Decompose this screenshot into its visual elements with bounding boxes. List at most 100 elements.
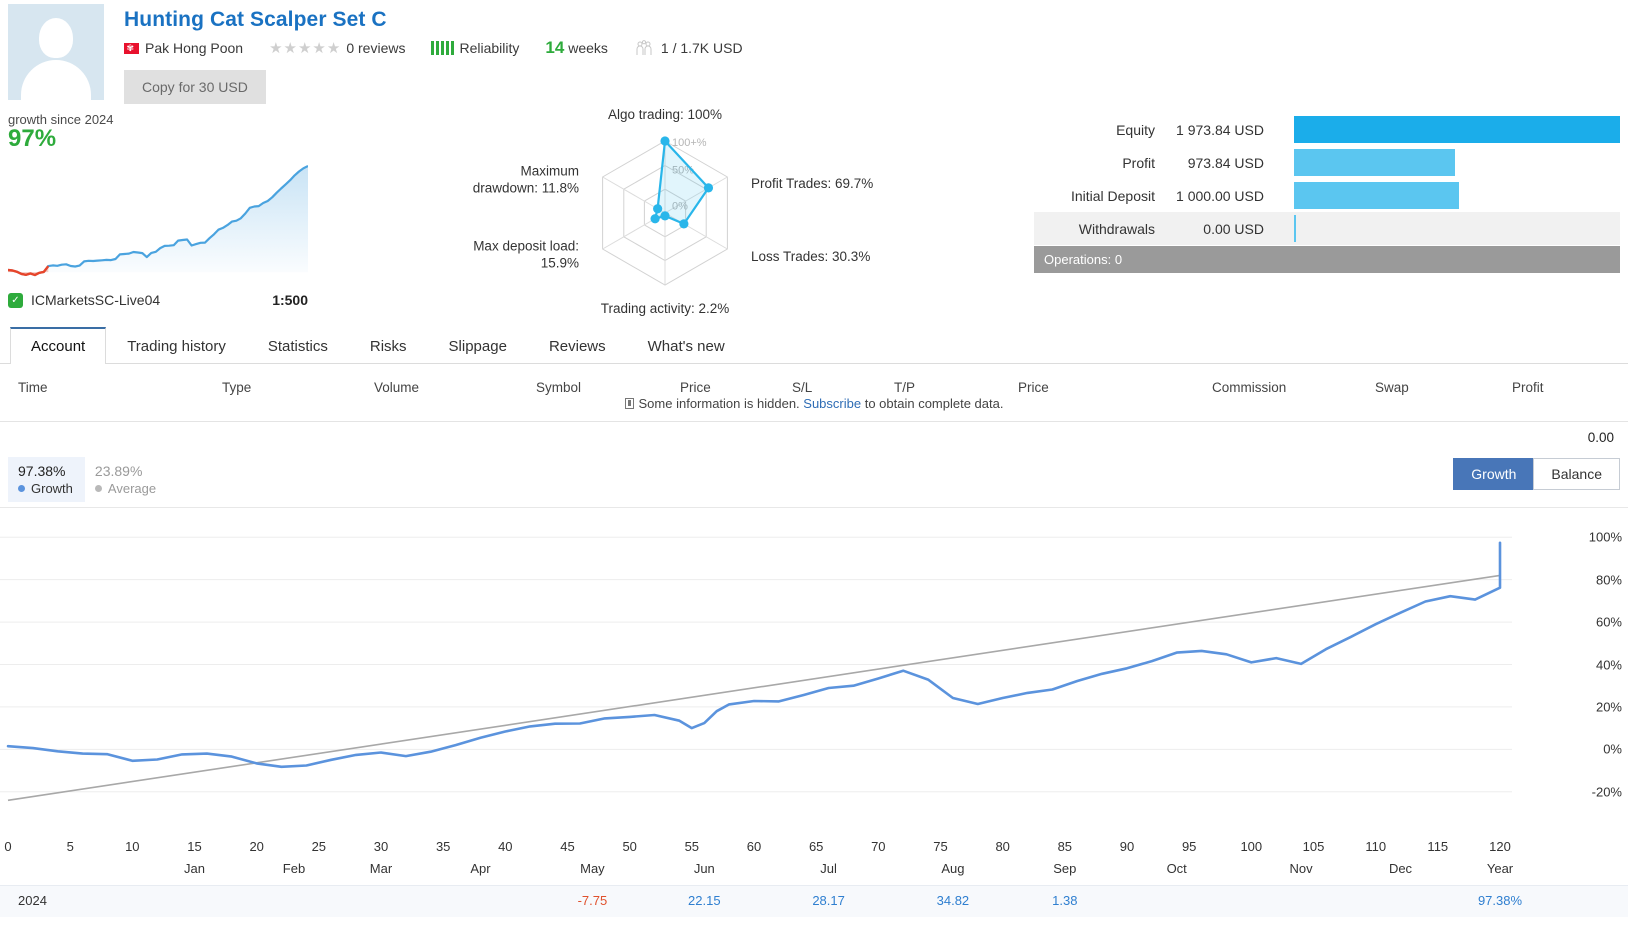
x-axis-tick: 70 bbox=[871, 839, 886, 854]
table-total: 0.00 bbox=[0, 421, 1628, 453]
tab-reviews[interactable]: Reviews bbox=[528, 328, 627, 364]
x-axis-tick: 55 bbox=[684, 839, 700, 854]
legend-average-name: Average bbox=[94, 481, 157, 496]
col-header[interactable]: T/P bbox=[894, 380, 915, 395]
subscribers-icon bbox=[636, 39, 652, 55]
x-axis-tick: 25 bbox=[311, 839, 327, 854]
col-header[interactable]: Swap bbox=[1375, 380, 1409, 395]
author-name: Pak Hong Poon bbox=[145, 40, 244, 56]
col-header[interactable]: Time bbox=[18, 380, 48, 395]
tab-trading-history[interactable]: Trading history bbox=[106, 328, 247, 364]
col-header[interactable]: Commission bbox=[1212, 380, 1286, 395]
tab-slippage[interactable]: Slippage bbox=[428, 328, 528, 364]
subscribe-link[interactable]: Subscribe bbox=[803, 396, 861, 411]
weeks-label: weeks bbox=[568, 40, 608, 56]
reliability: Reliability bbox=[431, 40, 519, 56]
reviews-count[interactable]: 0 reviews bbox=[346, 40, 405, 56]
weeks-value: 14 bbox=[545, 38, 565, 57]
legend-average-label: Average bbox=[107, 481, 157, 496]
radar-chart: 100+% 50% 0% Algo trading: 100% Profit Trade… bbox=[460, 107, 890, 318]
equity-value: 973.84 USD bbox=[1187, 154, 1264, 171]
year-label: 2024 bbox=[18, 893, 47, 908]
x-axis-tick: 105 bbox=[1302, 839, 1325, 854]
tab-statistics[interactable]: Statistics bbox=[247, 328, 349, 364]
year-cell: 28.17 bbox=[812, 893, 845, 908]
legend-growth-label: Growth bbox=[31, 481, 73, 496]
x-axis-tick: 20 bbox=[249, 839, 264, 854]
equity-bar bbox=[1294, 182, 1459, 209]
balance-toggle-button[interactable]: Balance bbox=[1533, 458, 1620, 490]
col-header[interactable]: Volume bbox=[374, 380, 419, 395]
legend-growth-name: Growth bbox=[18, 481, 73, 496]
y-axis-tick: 0% bbox=[1603, 741, 1622, 757]
weeks: 14 weeks bbox=[545, 38, 608, 58]
summary-band: growth since 2024 97% ✓ ICMarketsSC-Live… bbox=[0, 107, 1628, 320]
col-header[interactable]: Symbol bbox=[536, 380, 581, 395]
col-header[interactable]: Price bbox=[680, 380, 711, 395]
chart-mode-toggle: Growth Balance bbox=[1453, 458, 1620, 490]
legend-average-dot-icon bbox=[94, 485, 102, 492]
equity-bar-cell bbox=[1294, 215, 1620, 242]
chart-toolbar: 97.38% Growth 23.89% Average Growth Bala… bbox=[0, 453, 1628, 507]
x-axis-tick: 80 bbox=[995, 839, 1010, 854]
avatar-body bbox=[21, 60, 91, 100]
table-header-row: Time Type Volume Symbol Price S/L T/P Price Comm… bbox=[0, 364, 1628, 395]
author[interactable]: Pak Hong Poon bbox=[124, 40, 243, 56]
x-axis-tick: 10 bbox=[125, 839, 140, 854]
tab-what-s-new[interactable]: What's new bbox=[627, 328, 746, 364]
col-header[interactable]: Profit bbox=[1512, 380, 1544, 395]
svg-text:Trading activity: 2.2%: Trading activity: 2.2% bbox=[601, 301, 730, 316]
x-axis-month: Sep bbox=[1053, 861, 1077, 876]
subscribers: 1 / 1.7K USD bbox=[634, 39, 743, 57]
x-axis-tick: 45 bbox=[560, 839, 575, 854]
avatar bbox=[8, 4, 104, 100]
year-cell: 34.82 bbox=[936, 893, 970, 908]
broker-name: ICMarketsSC-Live04 bbox=[31, 292, 161, 309]
broker[interactable]: ✓ ICMarketsSC-Live04 bbox=[8, 292, 160, 308]
year-cell: -7.75 bbox=[577, 893, 608, 908]
svg-text:Algo trading: 100%: Algo trading: 100% bbox=[608, 108, 722, 122]
legend-item-growth[interactable]: 97.38% Growth bbox=[8, 457, 85, 502]
y-axis-tick: 60% bbox=[1595, 614, 1622, 630]
x-axis-month: May bbox=[580, 861, 605, 876]
radar-svg: 100+%50%0%Algo trading: 100%Profit Trade… bbox=[473, 107, 874, 316]
svg-text:Max deposit load:15.9%: Max deposit load: 15.9% bbox=[473, 238, 579, 270]
tab-account[interactable]: Account bbox=[10, 327, 107, 364]
legend-average-value: 23.89% bbox=[94, 463, 143, 479]
svg-text:Maximumdrawdown: 11.8%: Maximum drawdown: 11.8% bbox=[473, 164, 579, 196]
col-header[interactable]: S/L bbox=[792, 380, 812, 395]
col-header[interactable]: Type bbox=[222, 380, 251, 395]
hong-kong-flag-icon bbox=[124, 42, 139, 54]
growth-toggle-button[interactable]: Growth bbox=[1453, 458, 1534, 490]
avatar-head bbox=[39, 18, 73, 58]
equity-label: Initial Deposit bbox=[1070, 187, 1155, 204]
x-axis-tick: 90 bbox=[1119, 839, 1135, 854]
legend-growth-dot-icon bbox=[18, 485, 25, 492]
growth-chart-svg[interactable] bbox=[0, 508, 1628, 838]
x-axis-tick: 110 bbox=[1365, 839, 1387, 854]
x-axis-month: Feb bbox=[282, 861, 306, 876]
x-axis-month: Dec bbox=[1388, 861, 1413, 876]
legend-item-average[interactable]: 23.89% Average bbox=[85, 457, 168, 502]
col-header[interactable]: Price bbox=[1018, 380, 1049, 395]
page-header: Hunting Cat Scalper Set C Pak Hong Poon … bbox=[0, 0, 1628, 108]
growth-value: 97% bbox=[8, 125, 57, 152]
tab-risks[interactable]: Risks bbox=[349, 328, 428, 364]
rating-stars-icon: ★★★★★ bbox=[269, 40, 342, 57]
equity-bar bbox=[1294, 116, 1620, 143]
x-axis-tick: 65 bbox=[808, 839, 824, 854]
info-lock-icon bbox=[624, 398, 634, 409]
chart-legend: 97.38% Growth 23.89% Average bbox=[8, 457, 168, 502]
equity-bar-cell bbox=[1294, 149, 1620, 176]
equity-label: Equity bbox=[1116, 121, 1155, 138]
legend-growth-value: 97.38% bbox=[18, 463, 66, 479]
x-axis-tick: 5 bbox=[66, 839, 74, 854]
page-title[interactable]: Hunting Cat Scalper Set C bbox=[124, 8, 1628, 32]
meta-row: Pak Hong Poon ★★★★★ 0 reviews Reliabilit… bbox=[124, 36, 1628, 60]
reliability-bars-icon bbox=[431, 41, 455, 55]
hidden-info-note: Some information is hidden. Subscribe to… bbox=[0, 394, 1628, 421]
x-axis-tick: 95 bbox=[1181, 839, 1197, 854]
x-axis-month: Oct bbox=[1166, 861, 1187, 876]
copy-button[interactable]: Copy for 30 USD bbox=[124, 70, 266, 104]
x-axis-tick: 60 bbox=[746, 839, 762, 854]
